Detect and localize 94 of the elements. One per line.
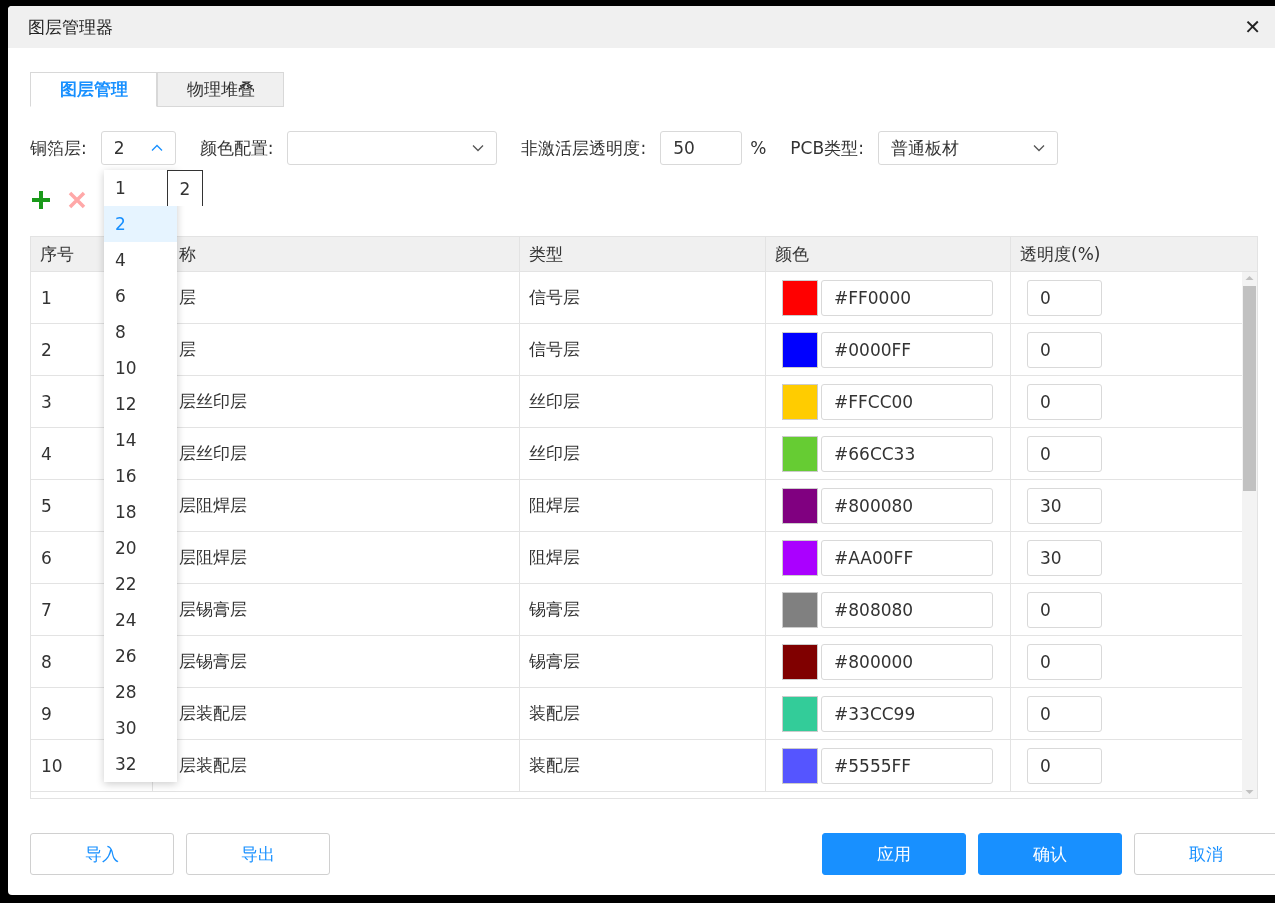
table-cell: 信号层 (529, 338, 580, 361)
table-cell: 4 (41, 443, 52, 464)
field-label: 铜箔层: (30, 136, 87, 160)
table-cell: 丝印层 (529, 442, 580, 465)
dropdown-option[interactable]: 28 (104, 674, 177, 710)
color-swatch[interactable] (782, 487, 818, 524)
color-swatch[interactable] (782, 591, 818, 628)
dropdown-option[interactable]: 18 (104, 494, 177, 530)
hex-input[interactable]: #AA00FF (821, 539, 993, 576)
column-header: 类型 (520, 237, 766, 271)
dropdown-option[interactable]: 14 (104, 422, 177, 458)
dropdown-option[interactable]: 8 (104, 314, 177, 350)
table-cell: 5 (41, 495, 52, 516)
table-cell: 层 (179, 338, 196, 361)
table-cell: 10 (41, 755, 63, 776)
opacity-input[interactable]: 0 (1027, 592, 1102, 628)
hex-input[interactable]: #66CC33 (821, 435, 993, 472)
table-cell: 装配层 (529, 702, 580, 725)
chevron-icon (472, 144, 485, 152)
table-cell: 层锡膏层 (179, 598, 247, 621)
percent-unit: % (750, 138, 767, 158)
color-swatch[interactable] (782, 279, 818, 316)
hex-input[interactable]: #FFCC00 (821, 383, 993, 420)
opacity-input[interactable]: 30 (1027, 488, 1102, 524)
field-label: PCB类型: (790, 136, 864, 160)
table-cell: 8 (41, 651, 52, 672)
table-cell: 层丝印层 (179, 442, 247, 465)
opacity-input[interactable]: 0 (1027, 280, 1102, 316)
dropdown-option[interactable]: 6 (104, 278, 177, 314)
dropdown-option[interactable]: 32 (104, 746, 177, 782)
color-swatch[interactable] (782, 383, 818, 420)
hex-input[interactable]: #FF0000 (821, 279, 993, 316)
color-swatch[interactable] (782, 435, 818, 472)
color-swatch[interactable] (782, 331, 818, 368)
hex-input[interactable]: #800080 (821, 487, 993, 524)
table-cell: 9 (41, 703, 52, 724)
opacity-input[interactable]: 0 (1027, 696, 1102, 732)
column-header: 颜色 (766, 237, 1011, 271)
table-cell: 阻焊层 (529, 494, 580, 517)
table-cell: 1 (41, 287, 52, 308)
table-cell: 信号层 (529, 286, 580, 309)
opacity-input[interactable]: 0 (1027, 644, 1102, 680)
hex-input[interactable]: #0000FF (821, 331, 993, 368)
dropdown-option[interactable]: 24 (104, 602, 177, 638)
table-cell: 层 (179, 286, 196, 309)
opacity-input[interactable]: 0 (1027, 384, 1102, 420)
color-swatch[interactable] (782, 643, 818, 680)
table-cell: 6 (41, 547, 52, 568)
hex-input[interactable]: #5555FF (821, 747, 993, 784)
table-cell: 层丝印层 (179, 390, 247, 413)
add-icon[interactable] (30, 189, 52, 211)
pcb-type-select[interactable]: 普通板材 (877, 131, 1058, 165)
table-cell: 层锡膏层 (179, 650, 247, 673)
field-label: 颜色配置: (199, 136, 274, 160)
dropdown-option[interactable]: 16 (104, 458, 177, 494)
copper-select[interactable]: 2 (100, 131, 176, 165)
opacity-input[interactable]: 0 (1027, 436, 1102, 472)
dropdown-option[interactable]: 20 (104, 530, 177, 566)
table-cell: 3 (41, 391, 52, 412)
opacity-input[interactable]: 30 (1027, 540, 1102, 576)
table-cell: 阻焊层 (529, 546, 580, 569)
column-header: 透明度(%) (1019, 242, 1102, 266)
value-tooltip: 2 (167, 170, 203, 206)
table-cell: 层装配层 (179, 702, 247, 725)
table-cell: 装配层 (529, 754, 580, 777)
chevron-icon (150, 144, 163, 152)
hex-input[interactable]: #800000 (821, 643, 993, 680)
table-cell: 层装配层 (179, 754, 247, 777)
table-cell: 锡膏层 (529, 598, 580, 621)
table-cell: 7 (41, 599, 52, 620)
opacity-field[interactable]: 50 (660, 131, 743, 165)
dropdown-option[interactable]: 22 (104, 566, 177, 602)
chevron-icon (1032, 144, 1045, 152)
tab[interactable]: 物理堆叠 (157, 72, 284, 107)
window-title: 图层管理器 (28, 15, 113, 39)
table-cell: 层阻焊层 (179, 546, 247, 569)
hex-input[interactable]: #808080 (821, 591, 993, 628)
dropdown-option[interactable]: 26 (104, 638, 177, 674)
table-cell: 锡膏层 (529, 650, 580, 673)
table-cell: 丝印层 (529, 390, 580, 413)
opacity-input[interactable]: 0 (1027, 332, 1102, 368)
color-swatch[interactable] (782, 539, 818, 576)
dropdown-option[interactable]: 30 (104, 710, 177, 746)
color-swatch[interactable] (782, 695, 818, 732)
dropdown-option[interactable]: 12 (104, 386, 177, 422)
table-cell: 层阻焊层 (179, 494, 247, 517)
dropdown-option[interactable]: 10 (104, 350, 177, 386)
table-cell: 2 (41, 339, 52, 360)
color-scheme-select[interactable] (287, 131, 498, 165)
color-swatch[interactable] (782, 747, 818, 784)
opacity-input[interactable]: 0 (1027, 748, 1102, 784)
hex-input[interactable]: #33CC99 (821, 695, 993, 732)
close-button[interactable]: ✕ (1244, 15, 1261, 39)
field-label: 非激活层透明度: (521, 136, 647, 160)
